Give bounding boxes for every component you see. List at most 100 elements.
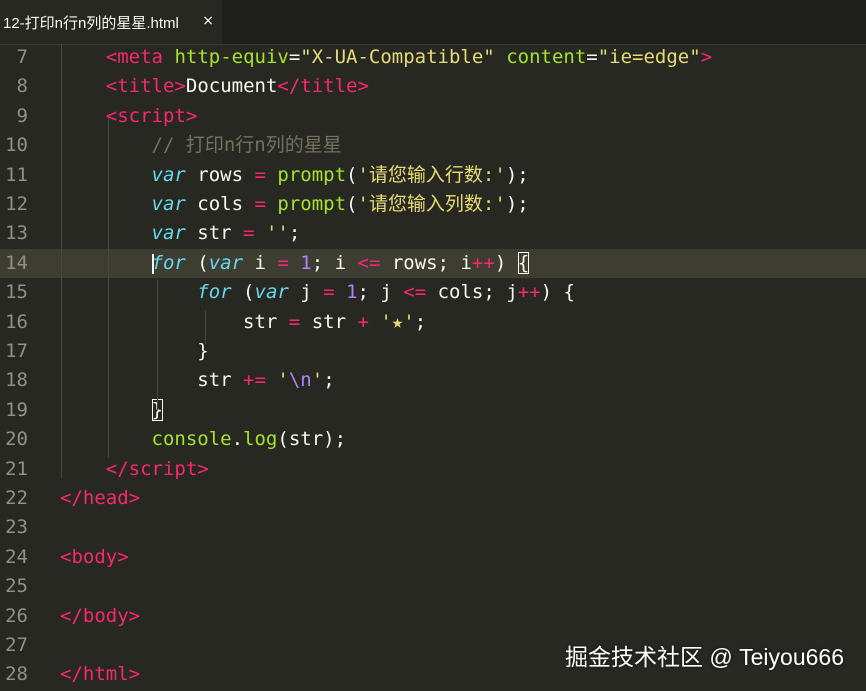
code-token: ' [277,369,289,392]
line-number: 10 [5,134,28,157]
code-token: body [71,545,118,568]
code-token: = [277,251,289,274]
code-text: <body> [60,543,129,572]
line-number: 16 [5,310,28,333]
code-line[interactable]: 19 } [0,396,866,425]
code-token: <= [357,251,381,274]
code-line[interactable]: 10 // 打印n行n列的星星 [0,131,866,160]
watermark: 掘金技术社区 @ Teiyou666 [565,644,844,670]
code-token: 1 [346,281,358,304]
close-icon[interactable]: × [202,13,214,29]
code-line[interactable]: 13 var str = ''; [0,219,866,248]
code-line[interactable]: 12 var cols = prompt('请您输入列数:'); [0,190,866,219]
code-line[interactable]: 8 <title>Document</title> [0,72,866,101]
line-number: 7 [16,46,28,68]
code-line[interactable]: 22 </head> [0,484,866,513]
code-text: </html> [60,660,140,689]
code-token: ( [231,281,255,304]
code-token: > [128,487,141,509]
tab-bar: 12-打印n行n列的星星.html × [0,0,866,45]
code-line[interactable]: 7 <meta http-equiv="X-UA-Compatible" con… [0,43,866,72]
line-number: 9 [16,104,28,127]
code-line[interactable]: 14 for (var i = 1; i <= rows; i++) { [0,248,866,278]
code-token: ; [414,310,427,333]
code-token: str [197,369,244,392]
code-line[interactable]: 23 [0,513,866,542]
code-token: "ie=edge" [597,46,701,68]
code-line[interactable]: 15 for (var j = 1; j <= cols; j++) { [0,278,866,307]
code-token: = [586,46,598,68]
code-token: . [231,428,244,451]
code-editor[interactable]: 7 <meta http-equiv="X-UA-Compatible" con… [0,44,866,691]
code-token: var [151,222,186,245]
code-text: } [60,396,163,425]
code-text: for (var j = 1; j <= cols; j++) { [60,278,575,307]
code-token: > [185,104,198,127]
code-token: ); [505,163,529,186]
code-token: > [128,663,141,686]
code-token: < [60,545,72,568]
code-line[interactable]: 26 </body> [0,602,866,631]
code-line[interactable]: 24 <body> [0,543,866,572]
code-token: (str); [277,428,347,451]
code-token: <= [403,281,427,304]
code-token: for [151,251,186,274]
code-token: console [151,428,232,451]
code-line[interactable]: 16 str = str + '★'; [0,308,866,337]
line-number: 14 [5,251,28,274]
code-token: str [243,310,289,333]
code-text: str += '\n'; [60,366,335,395]
file-tab[interactable]: 12-打印n行n列的星星.html × [0,0,222,44]
code-line[interactable]: 25 [0,572,866,601]
code-text: </head> [60,484,140,513]
code-token: '' [265,222,289,245]
code-token: // 打印n行n列的星星 [151,134,342,157]
code-token: cols [185,193,255,215]
line-number: 15 [5,281,28,304]
code-line[interactable]: 9 <script> [0,102,866,131]
code-token: http-equiv [174,46,289,68]
code-token: head [82,487,129,509]
line-number: 19 [5,398,28,421]
code-token: var [208,251,244,274]
code-text: } [60,337,209,366]
code-token: } [197,340,209,362]
code-token: </ [60,663,83,686]
code-token: < [105,46,118,68]
code-line[interactable]: 20 console.log(str); [0,425,866,454]
code-token: = [254,163,266,186]
code-line[interactable]: 18 str += '\n'; [0,366,866,395]
code-token: </ [60,487,83,509]
line-number: 23 [5,516,28,539]
code-token: = [254,193,266,215]
code-line[interactable]: 21 </script> [0,455,866,484]
code-text: </script> [60,455,209,484]
code-token: > [357,75,369,98]
code-token: str [185,222,244,245]
code-token: content [506,46,587,68]
code-token: ; [323,369,335,392]
code-token: body [82,604,129,627]
indent-guide [205,310,206,344]
code-token: { [517,251,530,274]
code-text: var rows = prompt('请您输入行数:'); [60,161,529,190]
code-token: ' [311,369,324,392]
code-line[interactable]: 11 var rows = prompt('请您输入行数:'); [0,161,866,190]
code-token: = [288,310,301,333]
code-token: > [128,604,141,627]
code-line[interactable]: 17 } [0,337,866,366]
code-token: > [700,46,713,68]
code-token: meta [117,46,163,68]
code-token: rows [185,163,255,186]
